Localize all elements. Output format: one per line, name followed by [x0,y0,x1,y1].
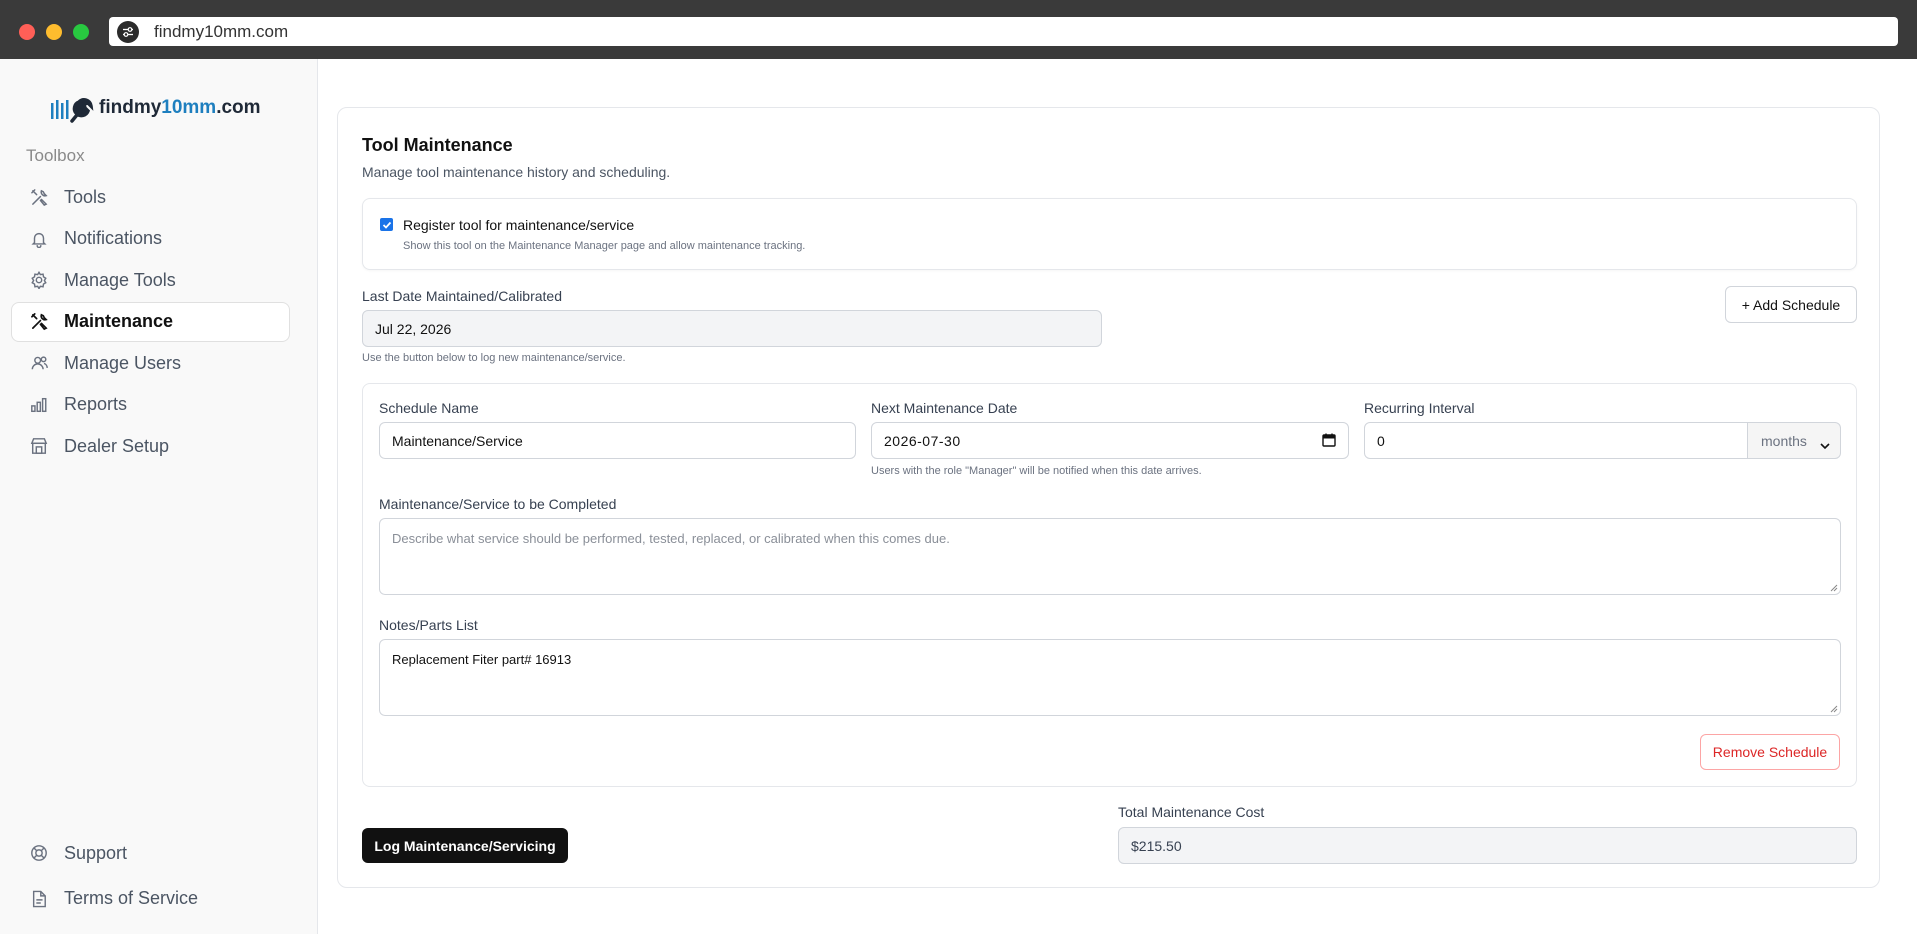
page-title: Tool Maintenance [362,135,513,155]
sidebar-item-label: Reports [64,394,128,414]
lifebuoy-icon [29,843,49,863]
remove-schedule-button[interactable]: Remove Schedule [1700,734,1840,770]
tools-icon [29,187,49,207]
register-maintenance-label[interactable]: Register tool for maintenance/service [403,217,634,233]
store-icon [29,436,49,456]
sidebar-item-tools[interactable]: Tools [11,177,290,217]
close-window-button[interactable] [19,24,35,40]
sidebar-item-label: Notifications [64,228,163,248]
notes-label: Notes/Parts List [379,617,478,633]
recurring-interval-label: Recurring Interval [1364,400,1475,416]
schedule-name-input[interactable]: Maintenance/Service [379,422,856,459]
register-maintenance-help: Show this tool on the Maintenance Manage… [403,240,806,252]
interval-unit-select[interactable]: months [1748,422,1841,459]
register-maintenance-box: Register tool for maintenance/service Sh… [362,198,1857,270]
next-date-help: Users with the role "Manager" will be no… [871,465,1202,477]
sidebar-item-label: Manage Users [64,352,182,373]
schedule-box: Schedule Name Maintenance/Service Next M… [362,383,1857,787]
tool-maintenance-card: Tool Maintenance Manage tool maintenance… [337,107,1880,888]
resize-handle-icon[interactable] [1830,705,1838,713]
sidebar-bottom-nav: Support Terms of Service [11,831,290,922]
gear-icon [29,270,49,290]
sidebar-item-support[interactable]: Support [11,831,290,875]
next-date-input[interactable]: 2026-07-30 [871,422,1349,459]
users-icon [29,353,49,373]
sidebar-item-label: Dealer Setup [64,435,170,456]
log-maintenance-button[interactable]: Log Maintenance/Servicing [362,828,568,863]
notes-textarea[interactable]: Replacement Fiter part# 16913 [379,639,1841,716]
total-cost-field: $215.50 [1118,827,1857,864]
total-cost-label: Total Maintenance Cost [1118,804,1265,820]
bar-chart-icon [29,395,49,415]
sidebar: findmy10mm.com Toolbox Tools Notificatio… [0,59,318,934]
sidebar-item-label: Tools [64,186,107,207]
page-subtitle: Manage tool maintenance history and sche… [362,164,671,180]
schedule-name-label: Schedule Name [379,400,479,416]
browser-chrome: findmy10mm.com [0,0,1917,59]
sidebar-item-dealer-setup[interactable]: Dealer Setup [11,426,290,466]
interval-unit-value: months [1761,432,1807,449]
recurring-interval-value: 0 [1377,432,1385,449]
maximize-window-button[interactable] [73,24,89,40]
section-label: Toolbox [26,146,85,165]
logo-text: findmy10mm.com [99,97,261,118]
last-date-label: Last Date Maintained/Calibrated [362,288,563,304]
sidebar-item-label: Terms of Service [64,888,199,908]
register-maintenance-checkbox[interactable] [380,218,393,231]
next-date-label: Next Maintenance Date [871,400,1018,416]
wrench-logo-icon [51,98,94,123]
notes-value: Replacement Fiter part# 16913 [392,652,572,667]
sidebar-item-label: Maintenance [64,311,174,331]
sidebar-item-terms-of-service[interactable]: Terms of Service [11,877,290,921]
chevron-down-icon [1820,437,1830,453]
sidebar-item-manage-tools[interactable]: Manage Tools [11,260,290,300]
last-date-value: Jul 22, 2026 [375,320,452,337]
sidebar-item-label: Manage Tools [64,269,176,290]
tools-icon [29,312,49,332]
service-textarea[interactable]: Describe what service should be performe… [379,518,1841,595]
last-date-help: Use the button below to log new maintena… [362,352,626,364]
last-date-field: Jul 22, 2026 [362,310,1102,347]
service-label: Maintenance/Service to be Completed [379,496,617,512]
address-bar[interactable]: findmy10mm.com [109,17,1898,46]
bell-icon [29,229,49,249]
resize-handle-icon[interactable] [1830,584,1838,592]
next-date-value: 2026-07-30 [884,432,961,449]
sidebar-nav: Tools Notifications Manage Tools Mainten… [11,177,290,468]
recurring-interval-input[interactable]: 0 [1364,422,1748,459]
add-schedule-button[interactable]: + Add Schedule [1725,286,1857,323]
minimize-window-button[interactable] [46,24,62,40]
document-icon [29,889,49,909]
calendar-icon[interactable] [1322,433,1336,450]
total-cost-value: $215.50 [1131,837,1182,854]
sidebar-item-manage-users[interactable]: Manage Users [11,343,290,383]
service-placeholder: Describe what service should be performe… [392,531,950,546]
sidebar-item-reports[interactable]: Reports [11,385,290,425]
sidebar-item-label: Support [64,842,128,863]
url-text[interactable]: findmy10mm.com [154,22,288,42]
logo[interactable]: findmy10mm.com [50,91,261,125]
schedule-name-value: Maintenance/Service [392,432,523,449]
sidebar-item-maintenance[interactable]: Maintenance [11,301,290,342]
site-settings-icon[interactable] [117,20,139,43]
sidebar-item-notifications[interactable]: Notifications [11,219,290,259]
